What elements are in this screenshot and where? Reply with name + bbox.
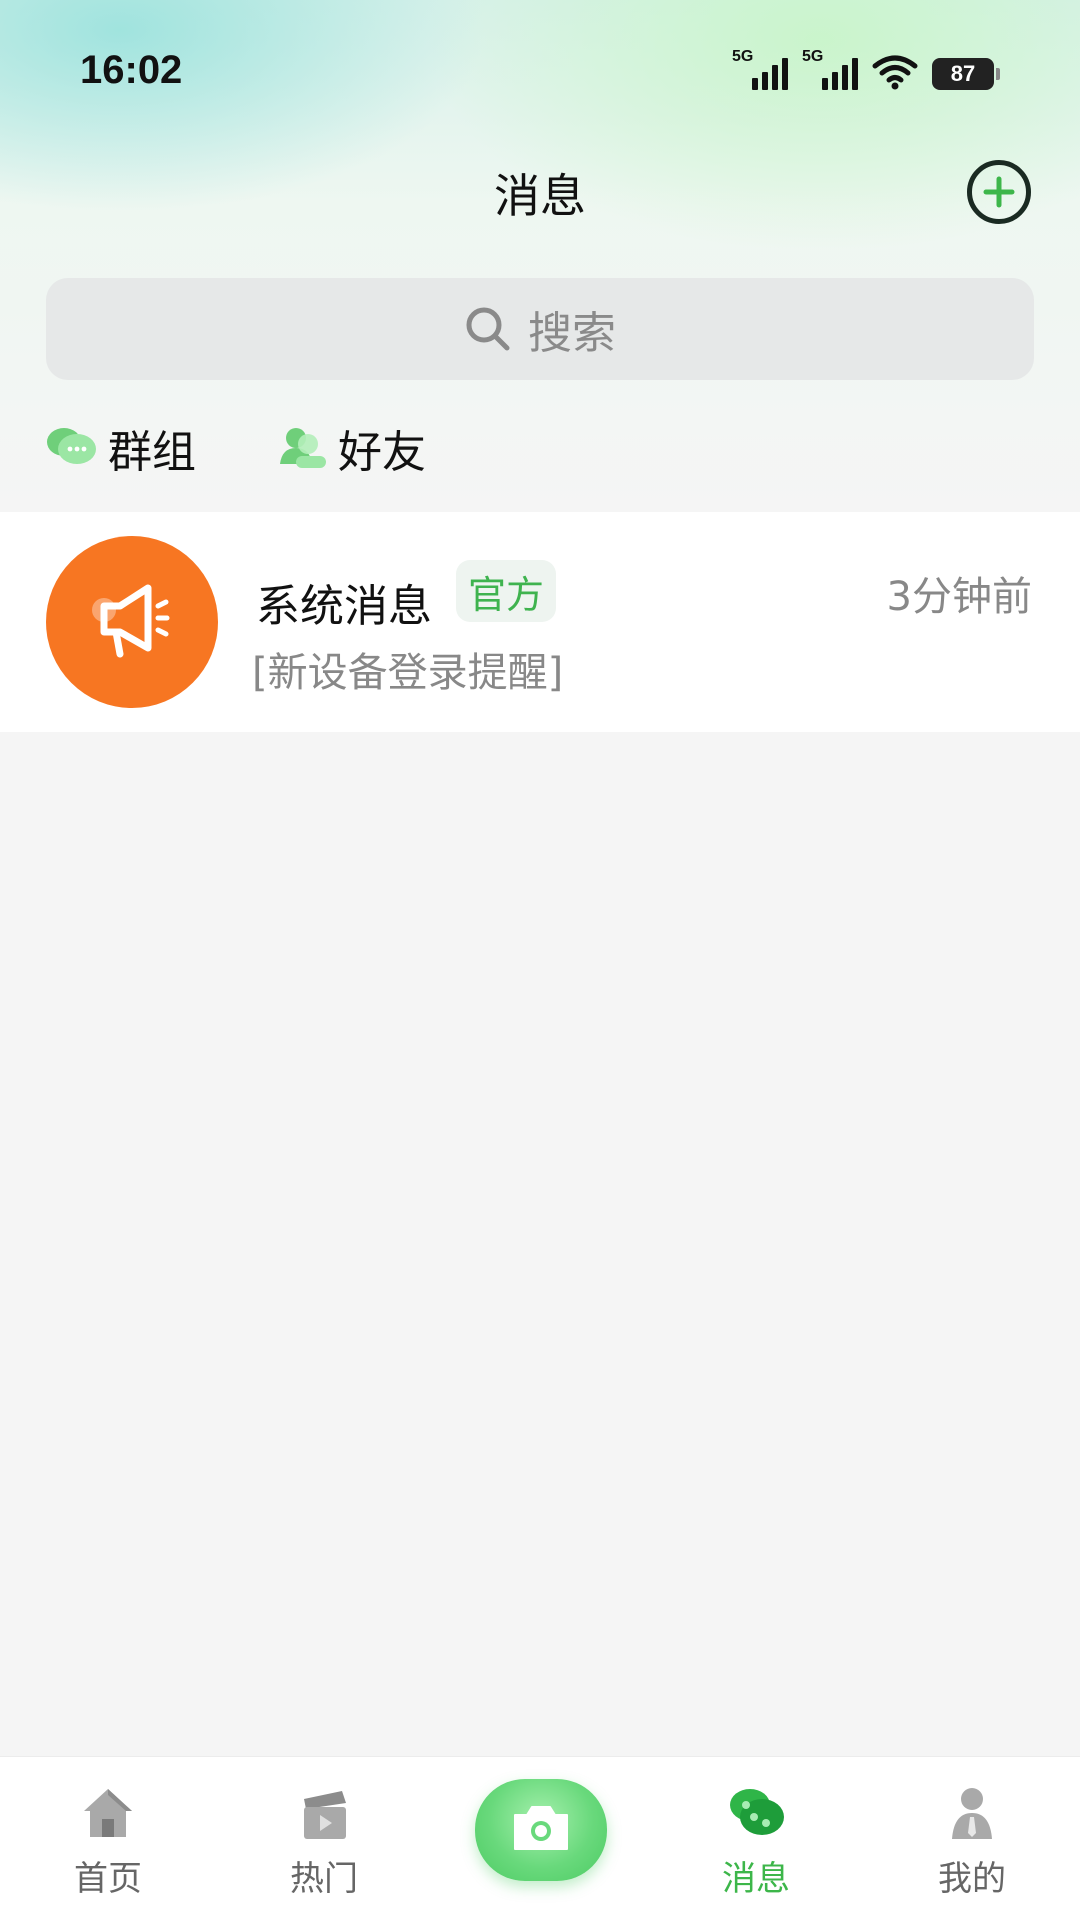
page-title: 消息	[494, 169, 586, 223]
bottom-tab-bar: 首页 热门 消息 我的	[0, 1756, 1080, 1920]
chat-icon	[730, 1789, 784, 1835]
search-placeholder: 搜索	[528, 308, 616, 359]
camera-button[interactable]	[475, 1779, 607, 1881]
signal-icon: 5G	[732, 48, 788, 90]
megaphone-icon	[92, 584, 170, 658]
tab-profile[interactable]: 我的	[902, 1781, 1042, 1911]
clapperboard-icon	[304, 1791, 346, 1839]
network-type-label: 5G	[732, 48, 754, 65]
conversation-preview: [新设备登录提醒]	[252, 650, 564, 696]
groups-link[interactable]: 群组	[46, 418, 196, 478]
tab-home-label: 首页	[74, 1859, 142, 1899]
official-badge: 官方	[456, 560, 557, 622]
camera-icon	[514, 1806, 568, 1850]
tab-hot[interactable]: 热门	[254, 1781, 394, 1911]
friends-link[interactable]: 好友	[276, 418, 426, 478]
person-icon	[952, 1788, 992, 1839]
friends-label: 好友	[338, 427, 426, 478]
search-input[interactable]: 搜索	[46, 278, 1034, 380]
status-bar: 16:02 5G 5G 87	[0, 0, 1080, 140]
friends-icon	[280, 428, 326, 468]
conversation-title: 系统消息	[256, 581, 432, 632]
conversation-item[interactable]: 系统消息 官方 3分钟前 [新设备登录提醒]	[0, 512, 1080, 732]
conversation-time: 3分钟前	[886, 574, 1032, 620]
plus-circle-icon[interactable]	[967, 160, 1031, 224]
status-time: 16:02	[80, 48, 183, 92]
tab-messages[interactable]: 消息	[686, 1781, 826, 1911]
groups-label: 群组	[108, 427, 196, 478]
status-icons: 5G 5G 87	[732, 48, 1000, 90]
wifi-icon	[872, 55, 918, 90]
signal-icon: 5G	[802, 48, 858, 90]
search-icon	[466, 307, 510, 351]
tab-profile-label: 我的	[938, 1859, 1006, 1899]
avatar	[46, 536, 218, 708]
home-icon	[84, 1789, 132, 1837]
tab-hot-label: 热门	[290, 1859, 358, 1899]
tab-home[interactable]: 首页	[38, 1781, 178, 1911]
network-type-label: 5G	[802, 48, 824, 65]
group-chat-icon	[47, 428, 96, 464]
battery-indicator: 87	[932, 58, 1000, 90]
tab-messages-label: 消息	[722, 1859, 790, 1899]
